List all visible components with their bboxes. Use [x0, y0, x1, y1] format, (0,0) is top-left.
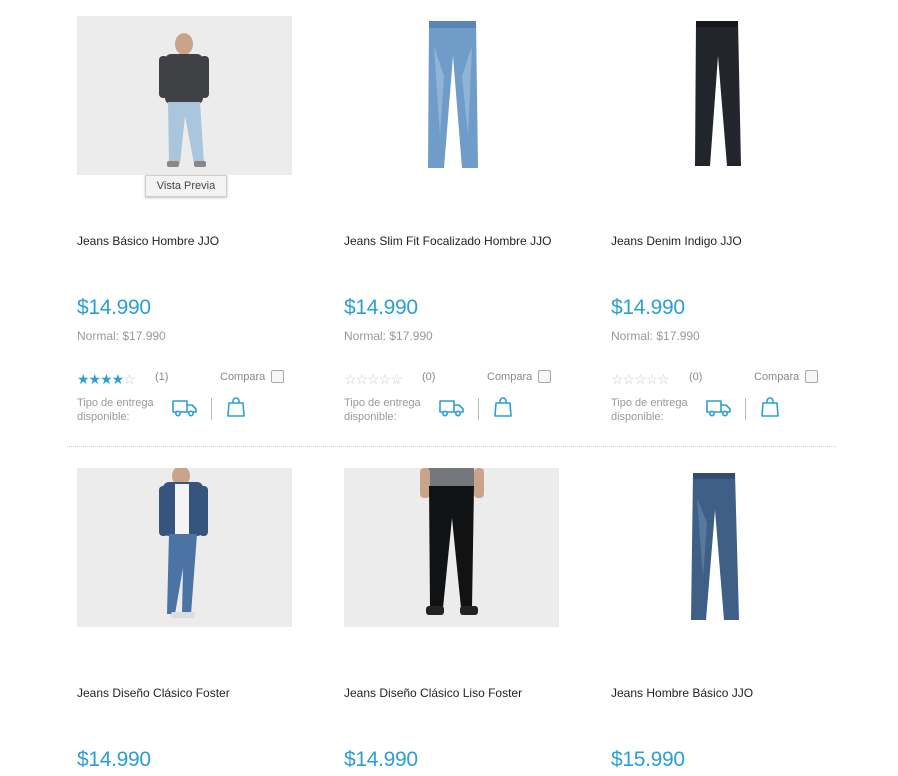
normal-price: Normal: $17.990 [611, 329, 700, 343]
product-title[interactable]: Jeans Slim Fit Focalizado Hombre JJO [344, 234, 551, 248]
compare-checkbox[interactable] [538, 370, 551, 383]
delivery-type-label: Tipo de entrega disponible: [344, 397, 421, 423]
normal-price: Normal: $17.990 [344, 329, 433, 343]
product-price: $15.990 [611, 748, 685, 771]
product-image[interactable] [77, 16, 292, 175]
normal-price: Normal: $17.990 [77, 329, 166, 343]
review-count[interactable]: (0) [422, 371, 435, 383]
shopping-bag-icon [761, 397, 779, 417]
divider [745, 398, 746, 420]
product-image[interactable] [611, 468, 826, 627]
rating-stars: ☆☆☆☆☆ [344, 371, 403, 388]
review-count[interactable]: (1) [155, 371, 168, 383]
star-icon: ☆☆☆☆☆ [344, 371, 403, 387]
product-price: $14.990 [611, 296, 685, 319]
compare-label: Compara [487, 371, 533, 383]
product-title[interactable]: Jeans Denim Indigo JJO [611, 234, 742, 248]
product-image[interactable] [344, 468, 559, 627]
compare-checkbox[interactable] [805, 370, 818, 383]
star-icon: ★★★★ [77, 371, 124, 387]
shopping-bag-icon [227, 397, 245, 417]
truck-icon [439, 400, 464, 417]
delivery-type-label: Tipo de entrega disponible: [77, 397, 154, 423]
product-title[interactable]: Jeans Básico Hombre JJO [77, 234, 219, 248]
product-price: $14.990 [344, 748, 418, 771]
compare-checkbox[interactable] [271, 370, 284, 383]
truck-icon [172, 400, 197, 417]
row-divider [67, 446, 836, 447]
product-title[interactable]: Jeans Diseño Clásico Liso Foster [344, 686, 522, 700]
rating-stars: ☆☆☆☆☆ [611, 371, 670, 388]
quick-view-button[interactable]: Vista Previa [145, 175, 227, 197]
star-icon: ☆ [123, 371, 136, 387]
delivery-type-label: Tipo de entrega disponible: [611, 397, 688, 423]
rating-stars: ★★★★☆ [77, 371, 136, 388]
truck-icon [706, 400, 731, 417]
product-image[interactable] [344, 16, 559, 175]
product-image[interactable] [77, 468, 292, 627]
divider [478, 398, 479, 420]
divider [211, 398, 212, 420]
product-price: $14.990 [344, 296, 418, 319]
shopping-bag-icon [494, 397, 512, 417]
product-title[interactable]: Jeans Diseño Clásico Foster [77, 686, 230, 700]
product-title[interactable]: Jeans Hombre Básico JJO [611, 686, 753, 700]
review-count[interactable]: (0) [689, 371, 702, 383]
product-image[interactable] [611, 16, 826, 175]
star-icon: ☆☆☆☆☆ [611, 371, 670, 387]
product-price: $14.990 [77, 296, 151, 319]
compare-label: Compara [220, 371, 266, 383]
product-price: $14.990 [77, 748, 151, 771]
compare-label: Compara [754, 371, 800, 383]
